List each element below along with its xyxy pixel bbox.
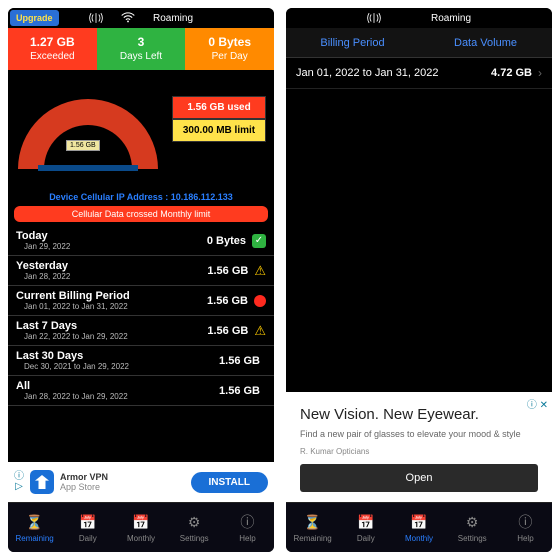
gear-icon: ⚙ [184,512,204,532]
info-icon: ⓘ [237,512,257,532]
chevron-right-icon: › [538,66,542,80]
antenna-icon [367,11,381,25]
list-item[interactable]: Current Billing PeriodJan 01, 2022 to Ja… [8,286,274,316]
days-left-cell: 3Days Left [97,28,186,70]
upgrade-button[interactable]: Upgrade [10,10,59,26]
tab-remaining[interactable]: ⏳Remaining [286,503,339,552]
ad-body: Find a new pair of glasses to elevate yo… [300,429,538,441]
info-icon: ⓘ [515,512,535,532]
ad-card[interactable]: ⓘ ✕ New Vision. New Eyewear. Find a new … [286,392,552,502]
left-screenshot: Upgrade Roaming 1.27 GBExceeded 3Days Le… [8,8,274,552]
per-day-cell: 0 BytesPer Day [185,28,274,70]
status-bar: Roaming [286,8,552,28]
tab-remaining[interactable]: ⏳Remaining [8,503,61,552]
warning-icon: ⚠ [254,263,266,279]
used-box: 1.56 GB used [172,96,266,119]
ad-info-icon[interactable]: ⓘ▷ [14,472,24,492]
ad-banner[interactable]: ⓘ▷ Armor VPNApp Store INSTALL [8,462,274,502]
ad-title: New Vision. New Eyewear. [300,406,538,423]
ad-close-icon[interactable]: ⓘ ✕ [527,396,548,411]
list-item[interactable]: AllJan 28, 2022 to Jan 29, 20221.56 GB [8,376,274,406]
calendar-icon: 📅 [409,512,429,532]
alert-banner: Cellular Data crossed Monthly limit [14,206,268,222]
ip-address: Device Cellular IP Address : 10.186.112.… [8,188,274,206]
tab-help[interactable]: ⓘHelp [221,503,274,552]
tab-help[interactable]: ⓘHelp [499,503,552,552]
hourglass-icon: ⏳ [25,512,45,532]
tab-settings[interactable]: ⚙Settings [446,503,499,552]
list-item[interactable]: TodayJan 29, 20220 Bytes✓ [8,226,274,256]
ad-app-icon [30,470,54,494]
install-button[interactable]: INSTALL [191,472,268,493]
antenna-icon [89,11,103,25]
empty-area [286,89,552,392]
gauge-value: 1.56 GB [66,140,100,151]
tab-monthly[interactable]: 📅Monthly [392,503,445,552]
list-item[interactable]: YesterdayJan 28, 20221.56 GB⚠ [8,256,274,286]
tab-settings[interactable]: ⚙Settings [168,503,221,552]
tab-bar: ⏳Remaining 📅Daily 📅Monthly ⚙Settings ⓘHe… [8,502,274,552]
summary-row: 1.27 GBExceeded 3Days Left 0 BytesPer Da… [8,28,274,70]
list-item[interactable]: Last 7 DaysJan 22, 2022 to Jan 29, 20221… [8,316,274,346]
check-icon: ✓ [252,234,266,248]
limit-box: 300.00 MB limit [172,119,266,142]
usage-list: TodayJan 29, 20220 Bytes✓ YesterdayJan 2… [8,226,274,462]
alert-icon [254,295,266,307]
calendar-icon: 📅 [131,512,151,532]
gear-icon: ⚙ [462,512,482,532]
roaming-label: Roaming [153,13,193,24]
roaming-label: Roaming [431,13,471,24]
calendar-icon: 📅 [356,512,376,532]
column-header: Billing Period Data Volume [286,28,552,58]
calendar-icon: 📅 [78,512,98,532]
open-button[interactable]: Open [300,464,538,492]
exceeded-cell: 1.27 GBExceeded [8,28,97,70]
header-billing-period[interactable]: Billing Period [286,37,419,49]
list-item[interactable]: Last 30 DaysDec 30, 2021 to Jan 29, 2022… [8,346,274,376]
header-data-volume[interactable]: Data Volume [419,37,552,49]
billing-row[interactable]: Jan 01, 2022 to Jan 31, 2022 4.72 GB › [286,58,552,89]
usage-gauge: 1.56 GB [18,89,158,169]
hourglass-icon: ⏳ [303,512,323,532]
wifi-icon [121,12,135,23]
tab-daily[interactable]: 📅Daily [61,503,114,552]
tab-daily[interactable]: 📅Daily [339,503,392,552]
right-screenshot: Roaming Billing Period Data Volume Jan 0… [286,8,552,552]
warning-icon: ⚠ [254,323,266,339]
tab-monthly[interactable]: 📅Monthly [114,503,167,552]
gauge-area: 1.56 GB 1.56 GB used 300.00 MB limit [8,70,274,188]
tab-bar: ⏳Remaining 📅Daily 📅Monthly ⚙Settings ⓘHe… [286,502,552,552]
ad-source: R. Kumar Opticians [300,447,538,456]
